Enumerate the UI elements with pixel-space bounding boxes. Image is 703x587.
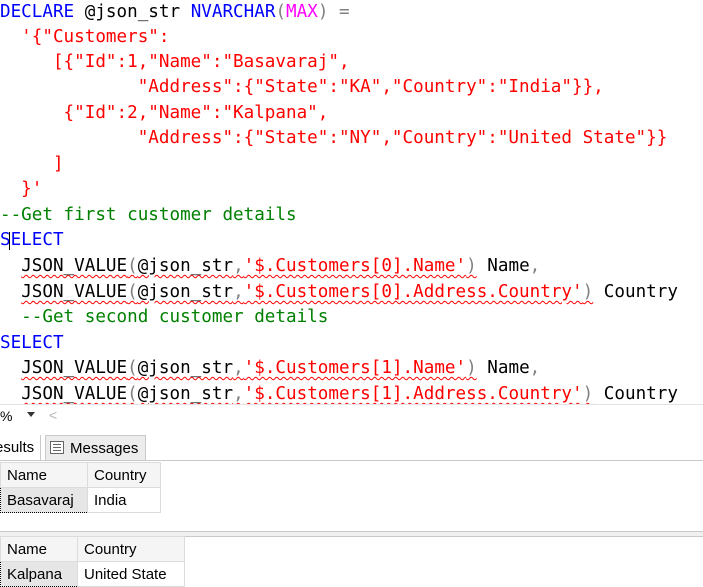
results-grid[interactable]: Name Country Basavaraj India bbox=[0, 462, 161, 513]
grid-header-row: Name Country bbox=[0, 536, 185, 562]
code-comment: --Get second customer details bbox=[0, 307, 329, 327]
code-comma: , bbox=[233, 282, 244, 302]
code-comma: , bbox=[233, 358, 244, 378]
chevron-left-icon[interactable]: < bbox=[49, 407, 57, 423]
code-function: JSON_VALUE bbox=[21, 384, 128, 404]
code-string: '$.Customers[1].Address.Country' bbox=[243, 384, 583, 404]
code-alias: Name bbox=[476, 256, 530, 276]
code-variable: @json_str bbox=[137, 384, 234, 404]
grid-cell[interactable]: United State bbox=[77, 561, 185, 587]
grid-header-row: Name Country bbox=[0, 462, 161, 488]
column-header[interactable]: Name bbox=[0, 462, 88, 488]
code-type: NVARCHAR bbox=[190, 2, 276, 22]
column-header[interactable]: Country bbox=[77, 536, 185, 562]
code-line-json-value: JSON_VALUE(@json_str,'$.Customers[1].Add… bbox=[0, 381, 678, 404]
code-alias: Name bbox=[476, 358, 530, 378]
column-header[interactable]: Name bbox=[0, 536, 78, 562]
code-line-json: '{"Customers": bbox=[0, 27, 170, 47]
code-function: JSON_VALUE bbox=[21, 358, 128, 378]
tab-messages[interactable]: Messages bbox=[45, 435, 146, 460]
text-caret bbox=[9, 232, 10, 250]
code-paren: ) bbox=[317, 2, 329, 22]
code-variable: @json_str bbox=[137, 256, 234, 276]
code-line-declare: DECLARE @json_str NVARCHAR(MAX) = bbox=[0, 0, 350, 25]
code-line-json: [{"Id":1,"Name":"Basavaraj", bbox=[0, 52, 350, 72]
code-line-json: "Address":{"State":"NY","Country":"Unite… bbox=[0, 128, 668, 148]
code-paren: ) bbox=[582, 384, 594, 404]
code-comma: , bbox=[529, 256, 541, 276]
code-line-json: "Address":{"State":"KA","Country":"India… bbox=[0, 77, 604, 97]
code-line-json-value: JSON_VALUE(@json_str,'$.Customers[0].Add… bbox=[0, 279, 678, 305]
grid-cell[interactable]: India bbox=[87, 487, 161, 513]
zoom-level[interactable]: % bbox=[0, 408, 12, 424]
table-row[interactable]: Basavaraj India bbox=[0, 487, 161, 513]
messages-icon bbox=[50, 441, 64, 454]
results-tabs: esults Messages bbox=[0, 428, 703, 462]
code-function: JSON_VALUE bbox=[21, 282, 128, 302]
code-paren: ( bbox=[127, 282, 138, 302]
zoom-bar: % < bbox=[0, 404, 703, 429]
code-keyword: DECLARE bbox=[0, 2, 75, 22]
code-comma: , bbox=[233, 256, 244, 276]
code-keyword-select: SELECT bbox=[0, 333, 64, 353]
query-editor[interactable]: DECLARE @json_str NVARCHAR(MAX) = '{"Cus… bbox=[0, 0, 703, 404]
code-paren: ( bbox=[275, 2, 287, 22]
code-comment: --Get first customer details bbox=[0, 205, 297, 225]
code-paren: ( bbox=[127, 358, 138, 378]
grid-cell[interactable]: Basavaraj bbox=[0, 487, 88, 513]
code-line-json-value: JSON_VALUE(@json_str,'$.Customers[0].Nam… bbox=[0, 253, 540, 279]
code-function: JSON_VALUE bbox=[21, 256, 128, 276]
code-paren: ( bbox=[127, 256, 138, 276]
grid-cell[interactable]: Kalpana bbox=[0, 561, 78, 587]
code-comma: , bbox=[233, 384, 244, 404]
results-grid[interactable]: Name Country Kalpana United State bbox=[0, 536, 185, 587]
tab-messages-label: Messages bbox=[70, 440, 139, 457]
code-comma: , bbox=[529, 358, 541, 378]
code-variable: @json_str bbox=[137, 282, 234, 302]
code-line-json-value: JSON_VALUE(@json_str,'$.Customers[1].Nam… bbox=[0, 355, 540, 381]
code-line-json: }' bbox=[0, 179, 43, 199]
code-paren: ) bbox=[582, 282, 594, 302]
tab-results-label: esults bbox=[0, 439, 35, 456]
code-variable: @json_str bbox=[74, 2, 191, 22]
code-line-json: ] bbox=[0, 154, 64, 174]
code-variable: @json_str bbox=[137, 358, 234, 378]
chevron-down-icon[interactable] bbox=[27, 412, 35, 417]
column-header[interactable]: Country bbox=[87, 462, 161, 488]
code-paren: ( bbox=[127, 384, 138, 404]
code-string: '$.Customers[0].Address.Country' bbox=[243, 282, 583, 302]
code-line-json: {"Id":2,"Name":"Kalpana", bbox=[0, 103, 329, 123]
tab-results[interactable]: esults bbox=[0, 435, 41, 460]
code-paren: ) bbox=[466, 358, 477, 378]
code-operator: = bbox=[328, 2, 350, 22]
table-row[interactable]: Kalpana United State bbox=[0, 561, 185, 587]
code-alias: Country bbox=[593, 384, 678, 404]
code-function: MAX bbox=[286, 2, 318, 22]
code-alias: Country bbox=[593, 282, 678, 302]
code-string: '$.Customers[0].Name' bbox=[243, 256, 467, 276]
code-string: '$.Customers[1].Name' bbox=[243, 358, 467, 378]
tabs-divider bbox=[0, 460, 703, 461]
code-paren: ) bbox=[466, 256, 477, 276]
